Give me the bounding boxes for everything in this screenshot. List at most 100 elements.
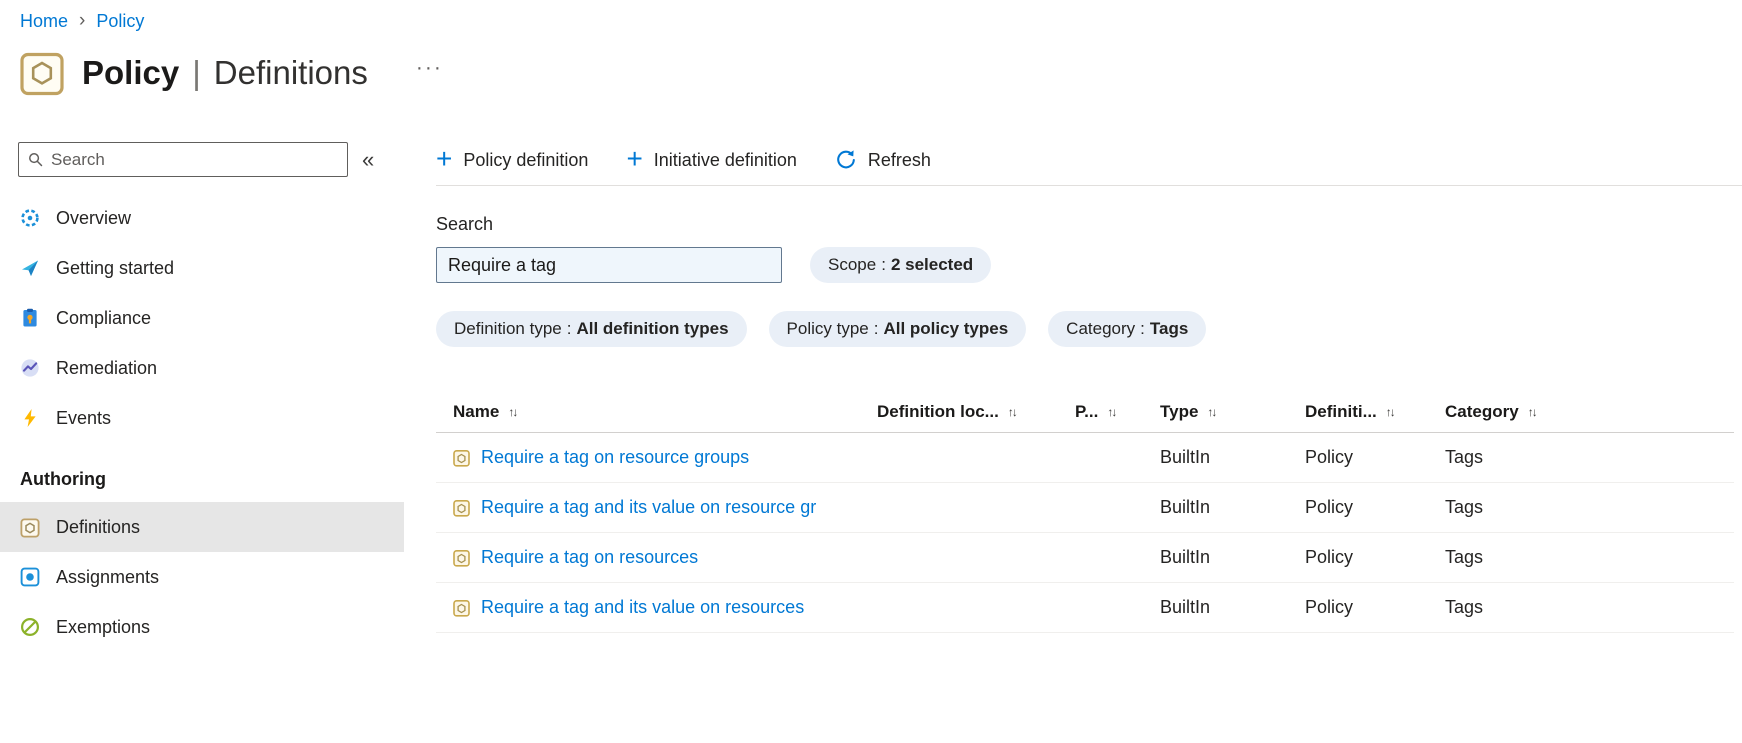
search-icon <box>28 152 43 167</box>
name-cell: Require a tag and its value on resource … <box>453 497 877 518</box>
sort-icon: ↑↓ <box>1385 404 1396 419</box>
breadcrumb: Home › Policy <box>0 0 1742 32</box>
column-header-type[interactable]: Type ↑↓ <box>1160 402 1305 422</box>
refresh-button[interactable]: Refresh <box>835 149 931 171</box>
policy-definition-icon <box>453 499 470 517</box>
sidebar-item-label: Exemptions <box>56 616 151 637</box>
sidebar-item-compliance[interactable]: Compliance <box>0 293 404 343</box>
events-icon <box>20 408 40 428</box>
sidebar-item-exemptions[interactable]: Exemptions <box>0 602 404 652</box>
sidebar-item-definitions[interactable]: Definitions <box>0 502 404 552</box>
filter-pill-separator: : <box>881 255 886 274</box>
policy-definition-button[interactable]: + Policy definition <box>436 144 589 172</box>
column-header-label: Definition loc... <box>877 401 999 421</box>
cell-type: BuiltIn <box>1160 597 1211 617</box>
overview-icon <box>20 208 40 228</box>
column-header-label: Category <box>1445 401 1519 421</box>
filter-pill-category[interactable]: Category : Tags <box>1048 311 1207 347</box>
table-row[interactable]: Require a tag on resources BuiltIn Polic… <box>436 533 1734 583</box>
filter-pill-name: Definition type <box>454 319 562 338</box>
compliance-icon <box>20 308 40 328</box>
filter-pill-value: All definition types <box>576 319 729 338</box>
table-row[interactable]: Require a tag and its value on resources… <box>436 583 1734 633</box>
page-header: Policy | Definitions ··· <box>20 50 1742 96</box>
more-options-icon[interactable]: ··· <box>416 56 443 80</box>
definition-link[interactable]: Require a tag and its value on resources <box>481 597 804 618</box>
breadcrumb-separator-icon: › <box>79 10 86 31</box>
sidebar-item-assignments[interactable]: Assignments <box>0 552 404 602</box>
plus-icon: + <box>626 142 643 174</box>
sort-icon: ↑↓ <box>1107 404 1117 419</box>
remediation-icon <box>20 358 40 378</box>
cell-type: BuiltIn <box>1160 447 1211 467</box>
cell-definition-type: Policy <box>1305 597 1354 617</box>
main-panel: + Policy definition + Initiative definit… <box>436 142 1742 652</box>
filter-pill-name: Category <box>1066 319 1136 338</box>
column-header-label: Type <box>1160 401 1199 421</box>
filter-pill-value: Tags <box>1149 319 1189 338</box>
column-header-category[interactable]: Category ↑↓ <box>1445 402 1734 422</box>
filter-pill-scope[interactable]: Scope : 2 selected <box>810 247 992 283</box>
column-header-definition-location[interactable]: Definition loc... ↑↓ <box>877 402 1075 422</box>
sidebar-item-label: Events <box>56 407 112 428</box>
cell-category: Tags <box>1445 447 1484 467</box>
policy-definition-icon <box>453 599 470 617</box>
cell-definition-type: Policy <box>1305 547 1354 567</box>
definition-link[interactable]: Require a tag on resources <box>481 547 698 568</box>
policy-definition-button-label: Policy definition <box>463 149 589 170</box>
column-header-policies[interactable]: P... ↑↓ <box>1075 402 1160 422</box>
filter-row-1: Scope : 2 selected <box>436 247 1742 283</box>
sidebar-item-label: Remediation <box>56 357 158 378</box>
column-header-name[interactable]: Name ↑↓ <box>453 402 877 422</box>
definitions-icon <box>20 517 40 538</box>
sidebar-item-events[interactable]: Events <box>0 393 404 443</box>
sidebar-menu: Overview Getting started Compliance Reme… <box>0 193 404 652</box>
sidebar-item-label: Assignments <box>56 566 160 587</box>
cell-category: Tags <box>1445 547 1484 567</box>
sort-icon: ↑↓ <box>508 404 518 419</box>
definitions-table: Name ↑↓ Definition loc... ↑↓ P... ↑↓ Typ… <box>436 391 1742 633</box>
toolbar-divider <box>436 185 1742 186</box>
collapse-sidebar-icon[interactable]: « <box>362 147 374 173</box>
sidebar-section-authoring: Authoring <box>20 469 106 489</box>
search-field-label: Search <box>436 214 494 234</box>
table-row[interactable]: Require a tag and its value on resource … <box>436 483 1734 533</box>
initiative-definition-button-label: Initiative definition <box>653 149 797 170</box>
initiative-definition-button[interactable]: + Initiative definition <box>626 142 797 174</box>
policy-page-icon <box>20 50 64 96</box>
sort-icon: ↑↓ <box>1207 404 1217 419</box>
name-cell: Require a tag on resources <box>453 547 877 568</box>
sidebar-item-label: Definitions <box>56 516 141 537</box>
column-header-definition-type[interactable]: Definiti... ↑↓ <box>1305 402 1445 422</box>
filter-pill-value: All policy types <box>883 319 1009 338</box>
refresh-icon <box>835 149 857 171</box>
sort-icon: ↑↓ <box>1527 404 1538 419</box>
cell-type: BuiltIn <box>1160 547 1211 567</box>
cell-category: Tags <box>1445 597 1484 617</box>
definition-link[interactable]: Require a tag on resource groups <box>481 447 749 468</box>
sidebar-item-overview[interactable]: Overview <box>0 193 404 243</box>
title-separator: | <box>192 54 201 91</box>
definition-search-input[interactable] <box>436 247 782 283</box>
getting-started-icon <box>20 258 40 278</box>
sidebar: « Overview Getting started Compliance <box>0 142 404 652</box>
page-title: Policy | Definitions <box>82 54 368 92</box>
sidebar-item-getting-started[interactable]: Getting started <box>0 243 404 293</box>
content-area: « Overview Getting started Compliance <box>0 142 1742 652</box>
sidebar-search-input[interactable] <box>51 149 338 170</box>
table-row[interactable]: Require a tag on resource groups BuiltIn… <box>436 433 1734 483</box>
filter-pill-separator: : <box>1140 319 1145 338</box>
sidebar-searchbox[interactable] <box>18 142 348 177</box>
filter-pill-value: 2 selected <box>890 255 974 274</box>
breadcrumb-policy-link[interactable]: Policy <box>96 11 144 32</box>
definition-link[interactable]: Require a tag and its value on resource … <box>481 497 816 518</box>
filter-row-2: Definition type : All definition types P… <box>436 311 1742 347</box>
breadcrumb-home-link[interactable]: Home <box>20 11 68 32</box>
column-header-label: P... <box>1075 401 1099 421</box>
sort-icon: ↑↓ <box>1007 404 1018 419</box>
policy-definition-icon <box>453 549 470 567</box>
filter-pill-policy-type[interactable]: Policy type : All policy types <box>768 311 1027 347</box>
filter-pill-definition-type[interactable]: Definition type : All definition types <box>436 311 747 347</box>
sidebar-item-remediation[interactable]: Remediation <box>0 343 404 393</box>
column-header-label: Definiti... <box>1305 401 1377 421</box>
